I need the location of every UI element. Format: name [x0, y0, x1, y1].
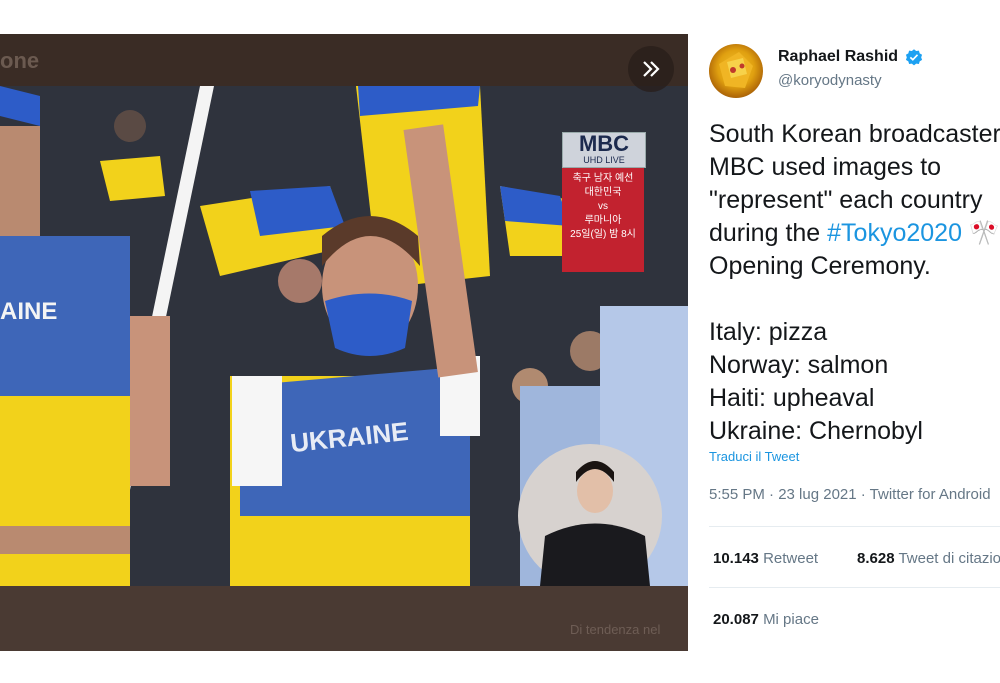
translate-tweet-link[interactable]: Traduci il Tweet: [709, 449, 799, 464]
trending-label: Di tendenza nel: [570, 622, 661, 637]
promo-line: 축구 남자 예선: [572, 173, 634, 184]
tweet-media-viewer: one AINE UKRAINE MBC UHD LIVE 축구 남자 예선 대…: [0, 34, 1000, 651]
verified-badge-icon: [905, 49, 923, 66]
likes-stat[interactable]: 20.087 Mi piace: [713, 611, 819, 628]
broadcaster-logo-text: MBC: [578, 131, 630, 156]
retweets-label: Retweet: [763, 550, 819, 567]
expand-sidebar-button[interactable]: [628, 46, 674, 92]
promo-line: 루마니아: [584, 215, 622, 226]
jersey-text-left: AINE: [0, 298, 57, 325]
likes-count: 20.087: [713, 611, 759, 628]
pizza-avatar-image: [719, 52, 753, 88]
tweet-sidebar: Raphael Rashid @koryodynasty South Korea…: [688, 34, 1000, 651]
promo-line: vs: [598, 201, 608, 212]
tweet-text: South Korean broadcaster MBC used images…: [709, 118, 1000, 448]
tweet-image[interactable]: AINE UKRAINE MBC UHD LIVE 축구 남자 예선 대한민국 …: [0, 86, 688, 586]
divider: [709, 526, 1000, 527]
hashtag-link[interactable]: #Tokyo2020: [827, 219, 962, 247]
promo-line: 대한민국: [584, 187, 622, 198]
avatar[interactable]: [709, 44, 763, 98]
broadcaster-logo-sub: UHD LIVE: [583, 155, 625, 165]
background-header: one: [0, 34, 688, 86]
tweet-text-part: 🎌 Opening Ceremony. Italy: pizza Norway:…: [709, 219, 1000, 445]
broadcaster-logo: MBC UHD LIVE: [562, 132, 646, 168]
retweets-count: 10.143: [713, 550, 759, 567]
quotes-count: 8.628: [857, 550, 895, 567]
likes-label: Mi piace: [763, 611, 819, 628]
tweet-timestamp[interactable]: 5:55 PM · 23 lug 2021 · Twitter for Andr…: [709, 486, 991, 503]
quote-tweets-stat[interactable]: 8.628 Tweet di citazione: [857, 550, 1000, 567]
quotes-label: Tweet di citazione: [898, 550, 1000, 567]
author-handle[interactable]: @koryodynasty: [778, 72, 882, 89]
background-footer: Di tendenza nel: [0, 586, 688, 651]
broadcast-promo-box: 축구 남자 예선 대한민국 vs 루마니아 25일(일) 밤 8시: [562, 168, 644, 272]
author-name[interactable]: Raphael Rashid: [778, 48, 898, 66]
divider: [709, 587, 1000, 588]
background-header-text: one: [0, 48, 40, 73]
promo-line: 25일(일) 밤 8시: [570, 229, 636, 240]
double-chevron-right-icon: [643, 61, 660, 77]
retweets-stat[interactable]: 10.143 Retweet: [713, 550, 818, 567]
media-panel: one AINE UKRAINE MBC UHD LIVE 축구 남자 예선 대…: [0, 34, 688, 651]
